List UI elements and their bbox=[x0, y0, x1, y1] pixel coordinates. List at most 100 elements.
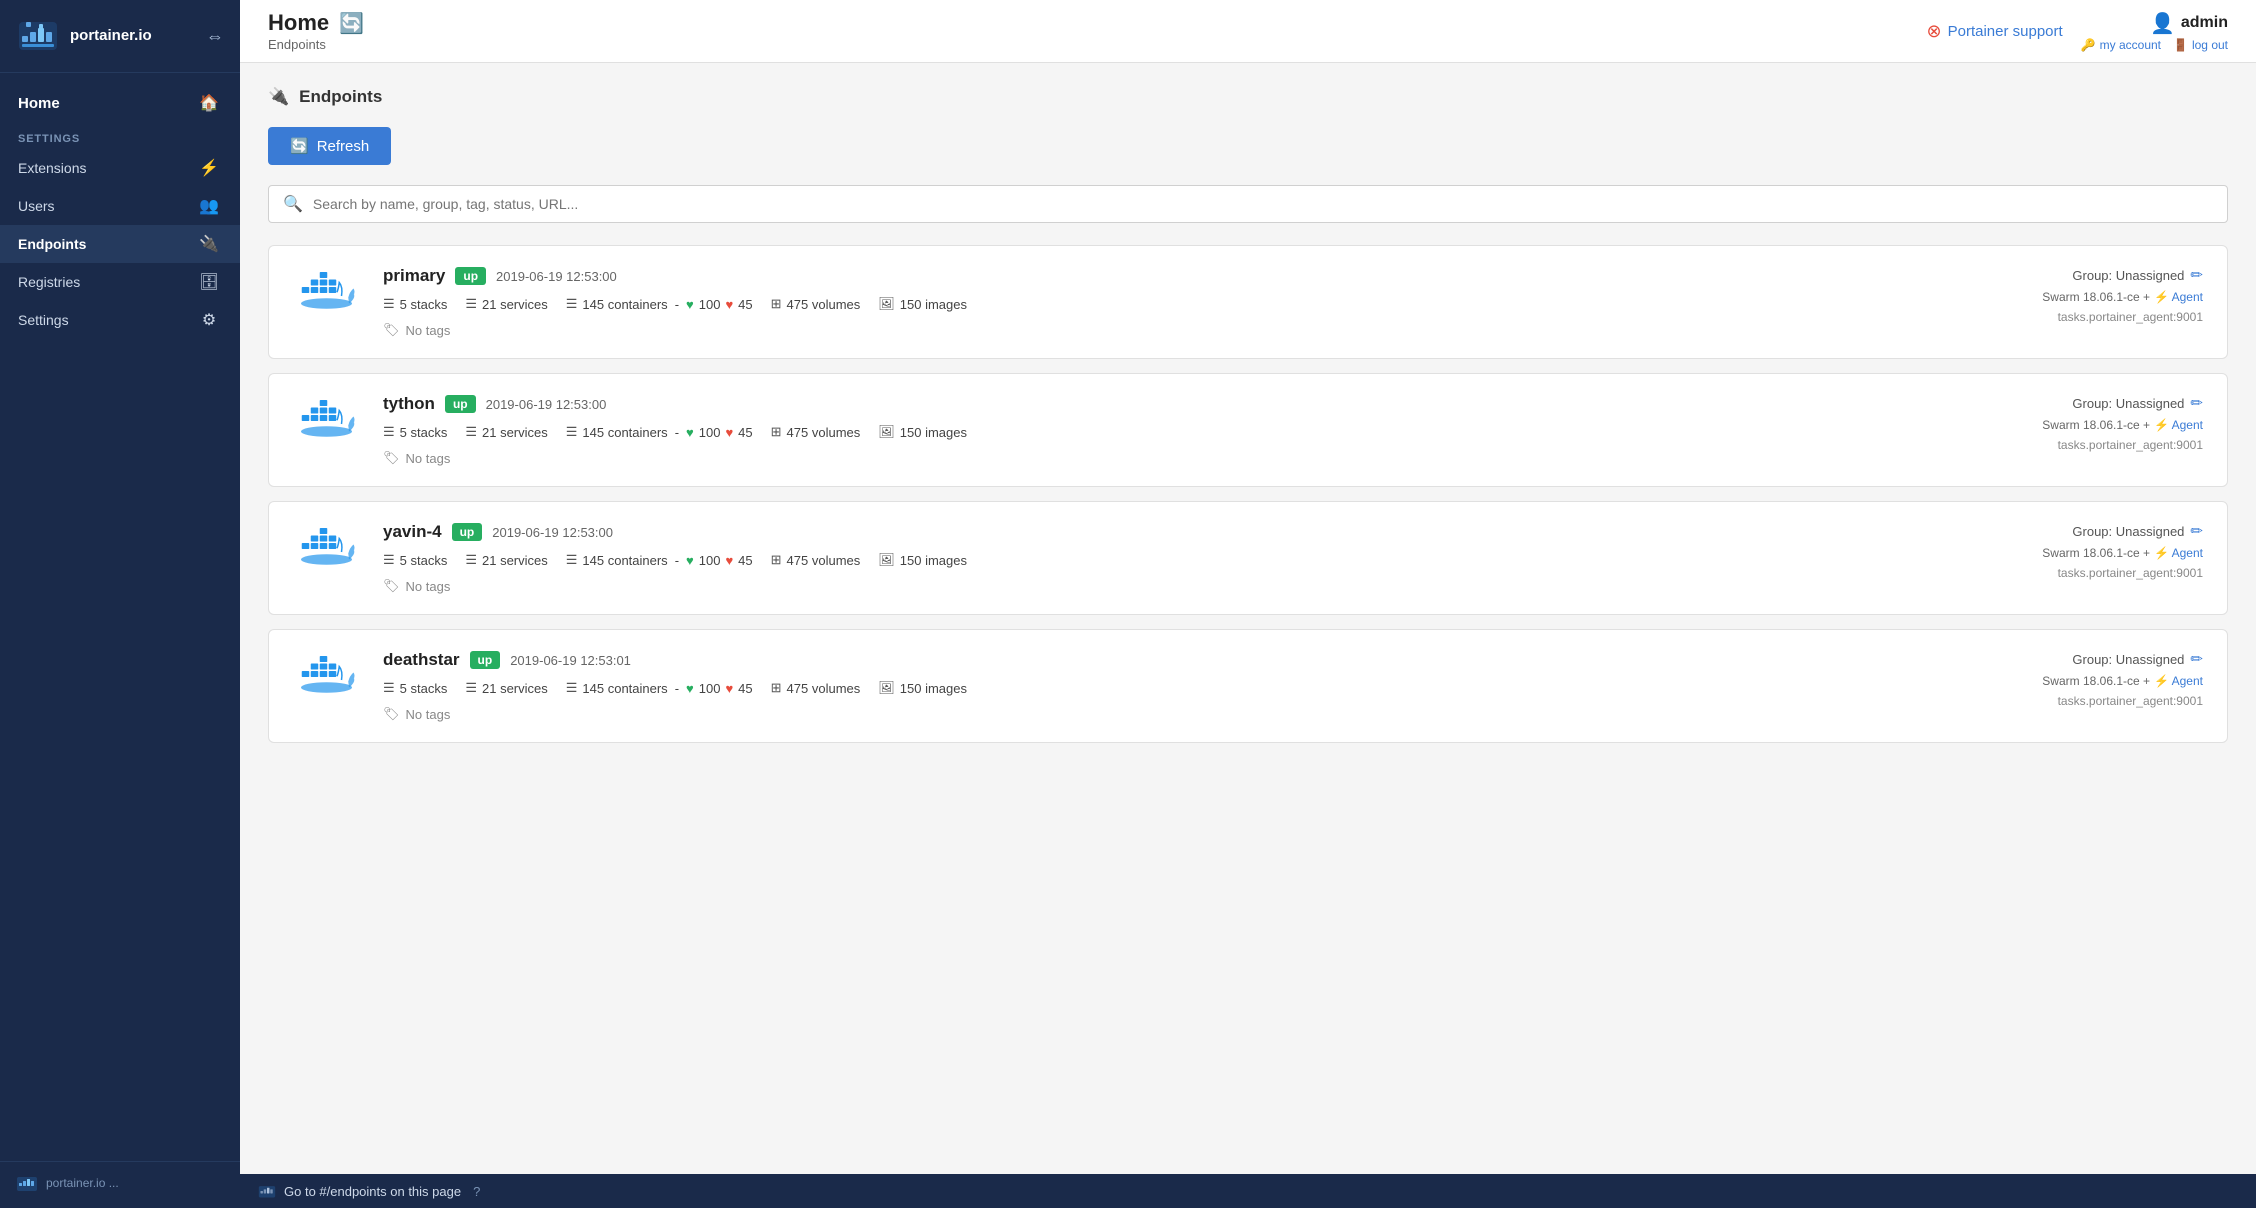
sidebar-toggle-button[interactable]: ⇔ bbox=[206, 26, 224, 47]
settings-section-label: SETTINGS bbox=[0, 123, 240, 149]
endpoint-name: tython bbox=[383, 394, 435, 414]
edit-group-icon[interactable]: ✏ bbox=[2190, 266, 2203, 284]
main-area: Home 🔄 Endpoints ⊗ Portainer support 👤 a… bbox=[240, 0, 2256, 1208]
group-text: Group: Unassigned bbox=[2072, 524, 2184, 539]
endpoint-stats: ☰ 5 stacks ☰ 21 services ☰ 145 container… bbox=[383, 424, 1983, 440]
services-stat: ☰ 21 services bbox=[465, 296, 547, 312]
swarm-version: Swarm 18.06.1-ce + bbox=[2042, 546, 2150, 560]
refresh-button[interactable]: 🔄 Refresh bbox=[268, 127, 391, 165]
containers-icon: ☰ bbox=[566, 296, 578, 312]
edit-group-icon[interactable]: ✏ bbox=[2190, 650, 2203, 668]
stacks-stat: ☰ 5 stacks bbox=[383, 424, 447, 440]
admin-links: 🔑 my account 🚪 log out bbox=[2081, 38, 2228, 52]
log-out-link[interactable]: 🚪 log out bbox=[2173, 38, 2228, 52]
edit-group-icon[interactable]: ✏ bbox=[2190, 394, 2203, 412]
volumes-value: 475 volumes bbox=[787, 425, 861, 440]
portainer-support-link[interactable]: ⊗ Portainer support bbox=[1927, 21, 2063, 42]
registries-icon: 🗄 bbox=[196, 272, 222, 292]
containers-value: 145 containers bbox=[582, 553, 667, 568]
agent-label: ⚡ Agent bbox=[2154, 674, 2203, 688]
tag-icon: 🏷 bbox=[383, 322, 400, 338]
stacks-value: 5 stacks bbox=[400, 553, 448, 568]
endpoint-meta: Group: Unassigned ✏ Swarm 18.06.1-ce + ⚡… bbox=[2003, 650, 2203, 708]
endpoints-list: primary up 2019-06-19 12:53:00 ☰ 5 stack… bbox=[268, 245, 2228, 743]
swarm-info: Swarm 18.06.1-ce + ⚡ Agent bbox=[2042, 674, 2203, 688]
endpoint-url: tasks.portainer_agent:9001 bbox=[2058, 310, 2203, 324]
swarm-version: Swarm 18.06.1-ce + bbox=[2042, 674, 2150, 688]
edit-group-icon[interactable]: ✏ bbox=[2190, 522, 2203, 540]
containers-value: 145 containers bbox=[582, 425, 667, 440]
search-input[interactable] bbox=[313, 196, 2213, 212]
images-value: 150 images bbox=[900, 297, 967, 312]
sidebar-item-registries[interactable]: Registries 🗄 bbox=[0, 263, 240, 301]
status-badge: up bbox=[452, 523, 483, 541]
sidebar-item-users[interactable]: Users 👥 bbox=[0, 187, 240, 225]
endpoint-name: deathstar bbox=[383, 650, 460, 670]
endpoint-card[interactable]: deathstar up 2019-06-19 12:53:01 ☰ 5 sta… bbox=[268, 629, 2228, 743]
tags-value: No tags bbox=[406, 323, 451, 338]
services-stat: ☰ 21 services bbox=[465, 680, 547, 696]
docker-logo bbox=[298, 522, 358, 567]
endpoint-info: deathstar up 2019-06-19 12:53:01 ☰ 5 sta… bbox=[383, 650, 1983, 722]
support-error-icon: ⊗ bbox=[1927, 21, 1942, 42]
title-refresh-icon[interactable]: 🔄 bbox=[339, 11, 364, 36]
docker-icon-container bbox=[293, 266, 363, 311]
sidebar-item-extensions[interactable]: Extensions ⚡ bbox=[0, 149, 240, 187]
endpoint-url: tasks.portainer_agent:9001 bbox=[2058, 438, 2203, 452]
endpoint-card[interactable]: tython up 2019-06-19 12:53:00 ☰ 5 stacks… bbox=[268, 373, 2228, 487]
portainer-logo-icon bbox=[16, 14, 60, 58]
endpoints-icon: 🔌 bbox=[196, 234, 222, 254]
endpoint-card[interactable]: yavin-4 up 2019-06-19 12:53:00 ☰ 5 stack… bbox=[268, 501, 2228, 615]
services-stat: ☰ 21 services bbox=[465, 552, 547, 568]
endpoint-meta: Group: Unassigned ✏ Swarm 18.06.1-ce + ⚡… bbox=[2003, 394, 2203, 452]
containers-icon: ☰ bbox=[566, 424, 578, 440]
images-icon: 🖼 bbox=[878, 296, 895, 312]
tags-value: No tags bbox=[406, 579, 451, 594]
endpoint-card[interactable]: primary up 2019-06-19 12:53:00 ☰ 5 stack… bbox=[268, 245, 2228, 359]
users-icon: 👥 bbox=[196, 196, 222, 216]
endpoint-info: yavin-4 up 2019-06-19 12:53:00 ☰ 5 stack… bbox=[383, 522, 1983, 594]
group-label: Group: Unassigned ✏ bbox=[2072, 650, 2203, 668]
endpoint-time: 2019-06-19 12:53:01 bbox=[510, 653, 631, 668]
stacks-value: 5 stacks bbox=[400, 681, 448, 696]
images-value: 150 images bbox=[900, 553, 967, 568]
breadcrumb: Endpoints bbox=[268, 37, 364, 52]
swarm-version: Swarm 18.06.1-ce + bbox=[2042, 290, 2150, 304]
topbar-right: ⊗ Portainer support 👤 admin 🔑 my account… bbox=[1927, 11, 2228, 52]
volumes-value: 475 volumes bbox=[787, 681, 861, 696]
group-text: Group: Unassigned bbox=[2072, 652, 2184, 667]
health-bad-value: 45 bbox=[738, 425, 752, 440]
containers-value: 145 containers bbox=[582, 681, 667, 696]
footer-logo: portainer.io ... bbox=[16, 1172, 224, 1194]
sidebar-header: portainer.io ⇔ bbox=[0, 0, 240, 73]
endpoint-tags: 🏷 No tags bbox=[383, 578, 1983, 594]
sidebar-item-endpoints[interactable]: Endpoints 🔌 bbox=[0, 225, 240, 263]
docker-icon-container bbox=[293, 394, 363, 439]
volumes-value: 475 volumes bbox=[787, 553, 861, 568]
page-title: Home 🔄 bbox=[268, 10, 364, 36]
health-good-value: 100 bbox=[699, 425, 721, 440]
endpoint-name-row: tython up 2019-06-19 12:53:00 bbox=[383, 394, 1983, 414]
health-good-icon: ♥ bbox=[686, 681, 694, 696]
agent-label: ⚡ Agent bbox=[2154, 418, 2203, 432]
my-account-link[interactable]: 🔑 my account bbox=[2081, 38, 2161, 52]
status-badge: up bbox=[470, 651, 501, 669]
images-icon: 🖼 bbox=[878, 552, 895, 568]
docker-icon-container bbox=[293, 522, 363, 567]
agent-label: ⚡ Agent bbox=[2154, 290, 2203, 304]
sidebar-item-settings[interactable]: Settings ⚙ bbox=[0, 301, 240, 339]
containers-stat: ☰ 145 containers - ♥ 100 ♥ 45 bbox=[566, 680, 753, 696]
health-good-icon: ♥ bbox=[686, 297, 694, 312]
group-label: Group: Unassigned ✏ bbox=[2072, 522, 2203, 540]
status-badge: up bbox=[445, 395, 476, 413]
health-bad-icon: ♥ bbox=[725, 681, 733, 696]
group-text: Group: Unassigned bbox=[2072, 396, 2184, 411]
tag-icon: 🏷 bbox=[383, 578, 400, 594]
group-text: Group: Unassigned bbox=[2072, 268, 2184, 283]
stacks-stat: ☰ 5 stacks bbox=[383, 680, 447, 696]
endpoints-section-icon: 🔌 bbox=[268, 87, 289, 107]
agent-label: ⚡ Agent bbox=[2154, 546, 2203, 560]
services-icon: ☰ bbox=[465, 296, 477, 312]
sidebar-home-item[interactable]: Home 🏠 bbox=[0, 83, 240, 123]
swarm-info: Swarm 18.06.1-ce + ⚡ Agent bbox=[2042, 290, 2203, 304]
